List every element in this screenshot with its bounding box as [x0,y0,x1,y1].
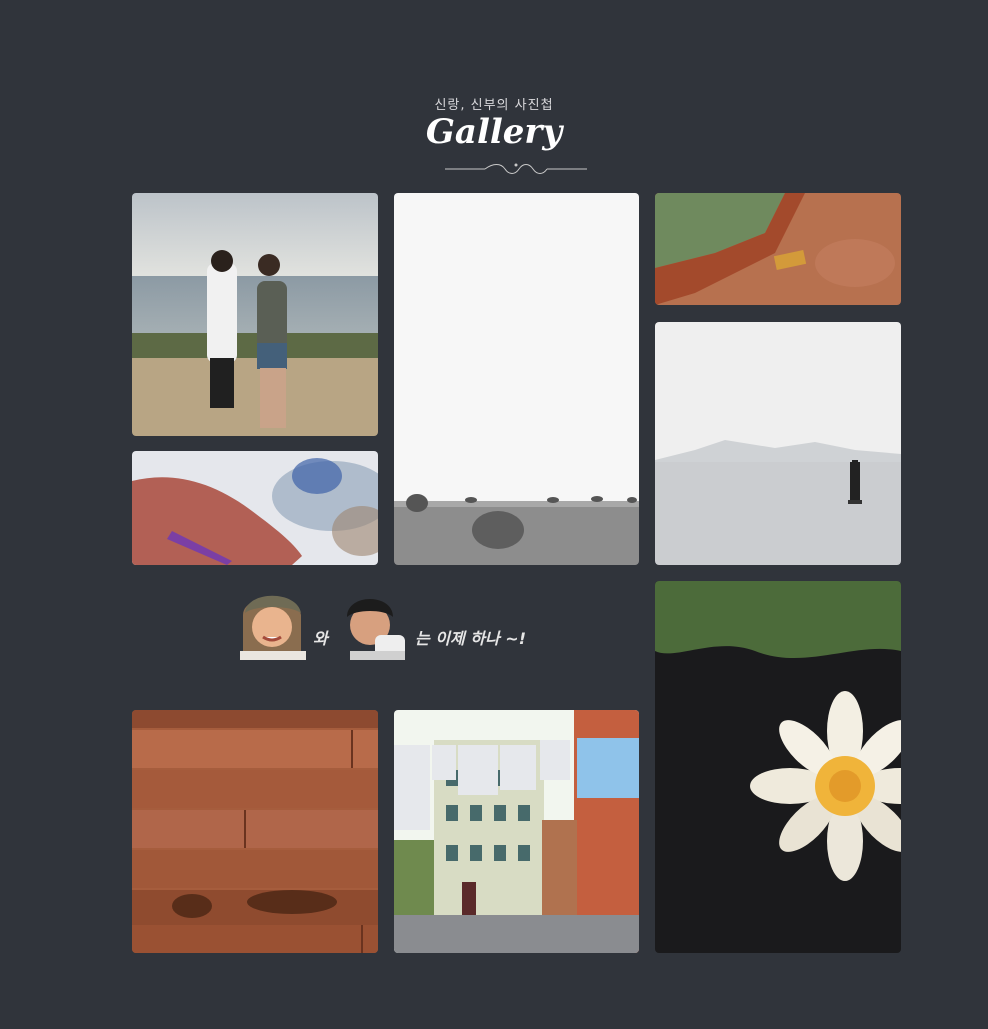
ornament-divider [445,163,587,174]
photo-wood-planks[interactable] [132,710,378,953]
bride-avatar [240,595,306,660]
photo-hay-bales[interactable] [394,193,639,565]
photo-laundry-street[interactable] [394,710,639,953]
caption-conjunction: 와 [313,629,328,648]
couple-caption: 와 는 이제 하나 ~! [230,580,560,665]
photo-couple-beach[interactable] [132,193,378,436]
photo-water-lily[interactable] [655,581,901,953]
photo-sea-buoy[interactable] [655,322,901,565]
gallery-subtitle: 신랑, 신부의 사진첩 [434,98,554,113]
caption-text: 는 이제 하나 ~! [415,629,527,648]
groom-avatar [347,599,405,660]
photo-hand-closeup[interactable] [132,451,378,565]
photo-autumn-leaves[interactable] [655,193,901,305]
gallery-title: Gallery [425,112,563,152]
